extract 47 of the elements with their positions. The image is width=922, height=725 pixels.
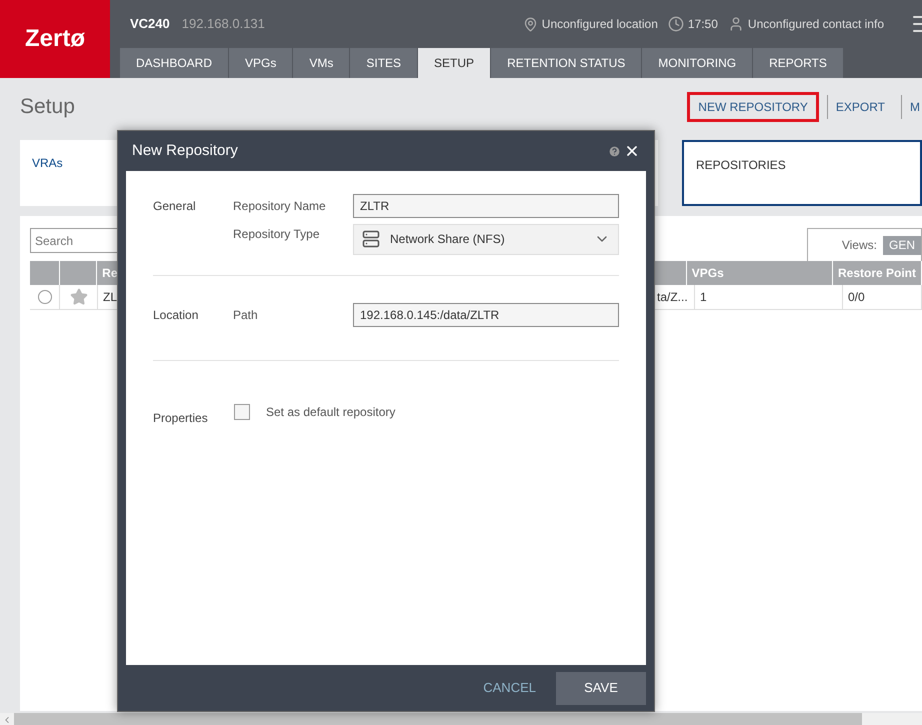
views-label: Views:	[842, 237, 877, 254]
logo[interactable]: Zertø	[0, 0, 110, 78]
checkbox[interactable]	[234, 404, 250, 420]
header-cell: VPGs	[686, 261, 833, 285]
repository-type-select[interactable]: Network Share (NFS)	[353, 224, 619, 254]
save-button[interactable]: SAVE	[556, 672, 646, 704]
table-cell: 1	[695, 285, 843, 309]
nav-tab[interactable]: SETUP	[418, 48, 490, 78]
text-field[interactable]: ZLTR	[353, 194, 619, 218]
dialog-title: New Repository	[132, 140, 238, 161]
field-label: Path	[233, 307, 259, 324]
contact-text: Unconfigured contact info	[748, 16, 884, 33]
cancel-link[interactable]: CANCEL	[481, 672, 538, 704]
close-icon[interactable]	[624, 143, 640, 159]
site-name: VC240	[130, 15, 170, 34]
section-title: Location	[153, 307, 200, 324]
toolbar-link[interactable]: NEW REPOSITORY	[687, 92, 819, 122]
clock-icon	[668, 16, 684, 32]
page-title: Setup	[20, 94, 75, 120]
field-label: Repository Name	[233, 198, 327, 215]
star-icon[interactable]	[70, 288, 88, 306]
category-card[interactable]: REPOSITORIES	[682, 140, 922, 206]
nav-tab[interactable]: SITES	[350, 48, 418, 78]
help-icon[interactable]	[608, 144, 621, 158]
checkbox-label: Set as default repository	[266, 404, 396, 421]
section-title: Properties	[153, 410, 209, 427]
toolbar-link[interactable]: M	[901, 95, 922, 119]
server-icon	[362, 230, 380, 248]
table-cell: 0/0	[843, 285, 922, 309]
radio-button[interactable]	[38, 290, 52, 304]
nav-tab[interactable]: VMs	[293, 48, 350, 78]
nav-tab[interactable]: RETENTION STATUS	[491, 48, 642, 78]
nav-tab[interactable]: DASHBOARD	[120, 48, 228, 78]
text-field[interactable]: 192.168.0.145:/data/ZLTR	[353, 303, 619, 327]
time-text: 17:50	[688, 16, 718, 33]
site-ip: 192.168.0.131	[182, 15, 265, 34]
header-cell: Restore Point	[833, 261, 922, 285]
field-label: Repository Type	[233, 226, 320, 243]
nav-tab[interactable]: REPORTS	[753, 48, 843, 78]
scrollbar-thumb[interactable]	[14, 713, 862, 725]
section-title: General	[153, 198, 197, 215]
nav-tab[interactable]: MONITORING	[642, 48, 752, 78]
location-pin-icon	[522, 16, 538, 32]
user-icon	[728, 16, 744, 32]
nav-tab[interactable]: VPGs	[229, 48, 292, 78]
toolbar-link[interactable]: EXPORT	[826, 95, 893, 119]
location-text: Unconfigured location	[542, 16, 658, 33]
